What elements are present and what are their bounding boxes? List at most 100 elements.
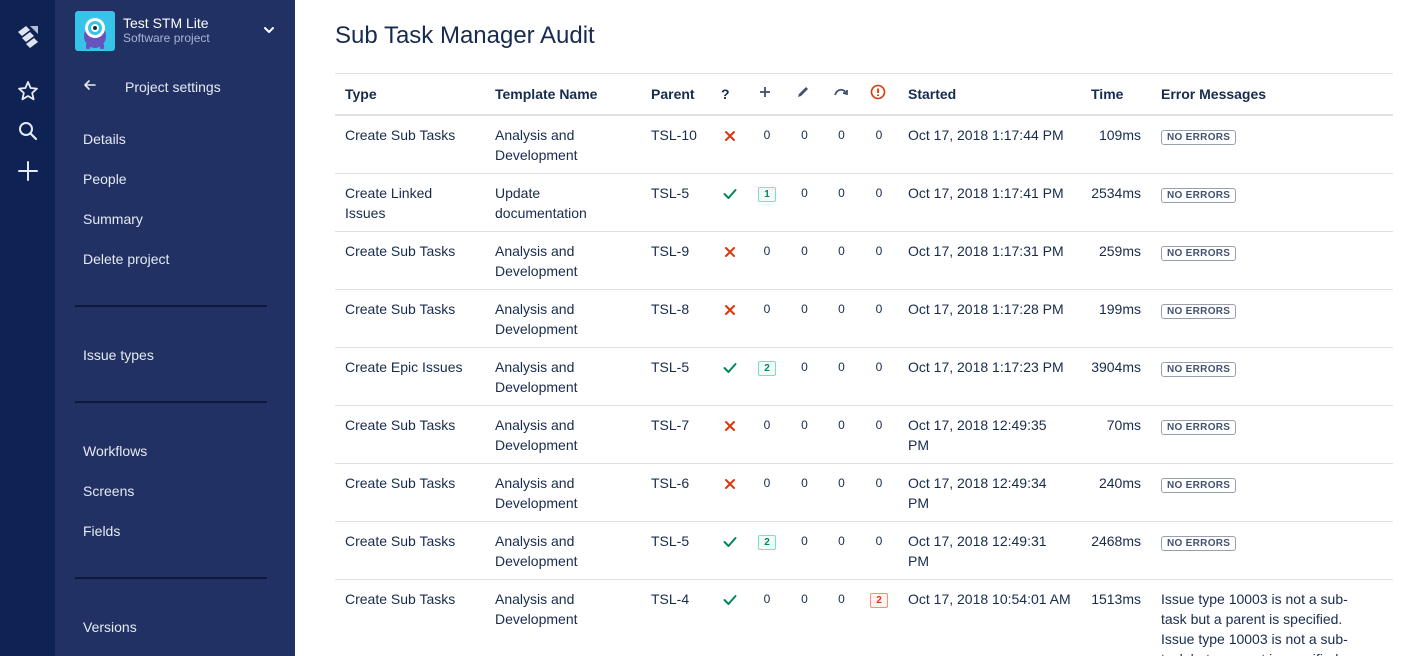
cell-edited-count: 0 xyxy=(786,463,823,522)
cell-error-count: 0 xyxy=(860,405,898,464)
cell-time: 2534ms xyxy=(1081,173,1151,232)
error-message-text: Issue type 10003 is not a sub-task but a… xyxy=(1161,590,1348,656)
created-count-badge: 1 xyxy=(758,186,776,202)
cell-moved-count: 0 xyxy=(823,463,860,522)
cell-error-count: 0 xyxy=(860,463,898,522)
cell-created-count: 0 xyxy=(748,231,786,290)
cell-error-count: 0 xyxy=(860,521,898,580)
cell-parent[interactable]: TSL-7 xyxy=(641,405,711,464)
cell-time: 70ms xyxy=(1081,405,1151,464)
cell-parent[interactable]: TSL-5 xyxy=(641,173,711,232)
plus-icon xyxy=(748,73,786,116)
sidebar-item-workflows[interactable]: Workflows xyxy=(83,443,147,459)
cell-parent[interactable]: TSL-10 xyxy=(641,114,711,174)
sidebar-divider xyxy=(75,305,267,307)
search-icon[interactable] xyxy=(0,111,55,151)
no-errors-lozenge: NO ERRORS xyxy=(1161,303,1237,319)
project-switcher[interactable]: Test STM Lite Software project xyxy=(75,11,275,51)
sidebar-item-issue-types[interactable]: Issue types xyxy=(83,347,154,363)
question-icon: ? xyxy=(711,73,748,116)
project-avatar xyxy=(75,11,115,51)
check-icon xyxy=(723,535,737,551)
column-header-error-messages[interactable]: Error Messages xyxy=(1151,73,1393,116)
table-row: Create Sub Tasks Analysis and Developmen… xyxy=(335,521,1393,580)
cell-started: Oct 17, 2018 1:17:44 PM xyxy=(898,114,1081,174)
column-header-template-name[interactable]: Template Name xyxy=(485,73,641,116)
cell-started: Oct 17, 2018 12:49:35 PM xyxy=(898,405,1081,464)
table-row: Create Sub Tasks Analysis and Developmen… xyxy=(335,463,1393,522)
cell-template-name: Analysis and Development xyxy=(485,405,641,464)
table-row: Create Epic Issues Analysis and Developm… xyxy=(335,347,1393,406)
no-errors-lozenge: NO ERRORS xyxy=(1161,419,1237,435)
column-header-time[interactable]: Time xyxy=(1081,73,1151,116)
cell-edited-count: 0 xyxy=(786,114,823,174)
cell-type: Create Sub Tasks xyxy=(335,405,485,464)
cell-moved-count: 0 xyxy=(823,289,860,348)
cell-parent[interactable]: TSL-8 xyxy=(641,289,711,348)
cell-started: Oct 17, 2018 12:49:34 PM xyxy=(898,463,1081,522)
column-header-started[interactable]: Started xyxy=(898,73,1081,116)
column-header-parent[interactable]: Parent xyxy=(641,73,711,116)
cell-error-count: 0 xyxy=(860,231,898,290)
table-row: Create Sub Tasks Analysis and Developmen… xyxy=(335,114,1393,174)
cell-error-count: 0 xyxy=(860,347,898,406)
star-icon[interactable] xyxy=(0,71,55,111)
cell-started: Oct 17, 2018 12:49:31 PM xyxy=(898,521,1081,580)
cell-edited-count: 0 xyxy=(786,231,823,290)
sidebar-item-people[interactable]: People xyxy=(83,171,127,187)
check-icon xyxy=(723,187,737,203)
no-errors-lozenge: NO ERRORS xyxy=(1161,361,1237,377)
check-icon xyxy=(723,361,737,377)
error-count-badge: 2 xyxy=(870,592,888,608)
sidebar-item-versions[interactable]: Versions xyxy=(83,619,137,635)
sidebar-item-fields[interactable]: Fields xyxy=(83,523,120,539)
cell-time: 199ms xyxy=(1081,289,1151,348)
cell-edited-count: 0 xyxy=(786,521,823,580)
cross-icon xyxy=(724,303,736,319)
cell-parent[interactable]: TSL-5 xyxy=(641,521,711,580)
sidebar-divider xyxy=(75,401,267,403)
cell-status xyxy=(711,463,748,522)
global-navigation xyxy=(0,0,55,656)
cell-moved-count: 0 xyxy=(823,231,860,290)
cell-parent[interactable]: TSL-6 xyxy=(641,463,711,522)
cell-template-name: Analysis and Development xyxy=(485,347,641,406)
cell-error-count: 0 xyxy=(860,114,898,174)
project-settings-back[interactable]: Project settings xyxy=(83,76,221,98)
cell-error-count: 0 xyxy=(860,173,898,232)
cell-started: Oct 17, 2018 10:54:01 AM xyxy=(898,579,1081,656)
table-row: Create Sub Tasks Analysis and Developmen… xyxy=(335,289,1393,348)
no-errors-lozenge: NO ERRORS xyxy=(1161,129,1237,145)
arrow-left-icon[interactable] xyxy=(83,78,97,97)
cell-type: Create Sub Tasks xyxy=(335,231,485,290)
cell-status xyxy=(711,289,748,348)
project-settings-label: Project settings xyxy=(125,79,221,95)
sidebar-item-screens[interactable]: Screens xyxy=(83,483,134,499)
cell-time: 240ms xyxy=(1081,463,1151,522)
cell-type: Create Linked Issues xyxy=(335,173,485,232)
cell-status xyxy=(711,579,748,656)
sidebar-item-details[interactable]: Details xyxy=(83,131,126,147)
cell-type: Create Epic Issues xyxy=(335,347,485,406)
cell-created-count: 1 xyxy=(748,173,786,232)
cell-time: 2468ms xyxy=(1081,521,1151,580)
cell-template-name: Analysis and Development xyxy=(485,521,641,580)
cell-parent[interactable]: TSL-9 xyxy=(641,231,711,290)
chevron-down-icon[interactable] xyxy=(263,23,275,41)
cell-parent[interactable]: TSL-5 xyxy=(641,347,711,406)
cell-status xyxy=(711,405,748,464)
cell-error-message: NO ERRORS xyxy=(1151,405,1393,464)
no-errors-lozenge: NO ERRORS xyxy=(1161,535,1237,551)
cell-error-message: Issue type 10003 is not a sub-task but a… xyxy=(1151,579,1393,656)
sidebar-item-delete-project[interactable]: Delete project xyxy=(83,251,169,267)
cell-moved-count: 0 xyxy=(823,521,860,580)
jira-logo-icon[interactable] xyxy=(0,16,55,56)
cell-moved-count: 0 xyxy=(823,347,860,406)
cell-moved-count: 0 xyxy=(823,173,860,232)
sidebar-item-summary[interactable]: Summary xyxy=(83,211,143,227)
create-icon[interactable] xyxy=(0,151,55,191)
column-header-type[interactable]: Type xyxy=(335,73,485,116)
cell-parent[interactable]: TSL-4 xyxy=(641,579,711,656)
cell-error-message: NO ERRORS xyxy=(1151,173,1393,232)
no-errors-lozenge: NO ERRORS xyxy=(1161,187,1237,203)
